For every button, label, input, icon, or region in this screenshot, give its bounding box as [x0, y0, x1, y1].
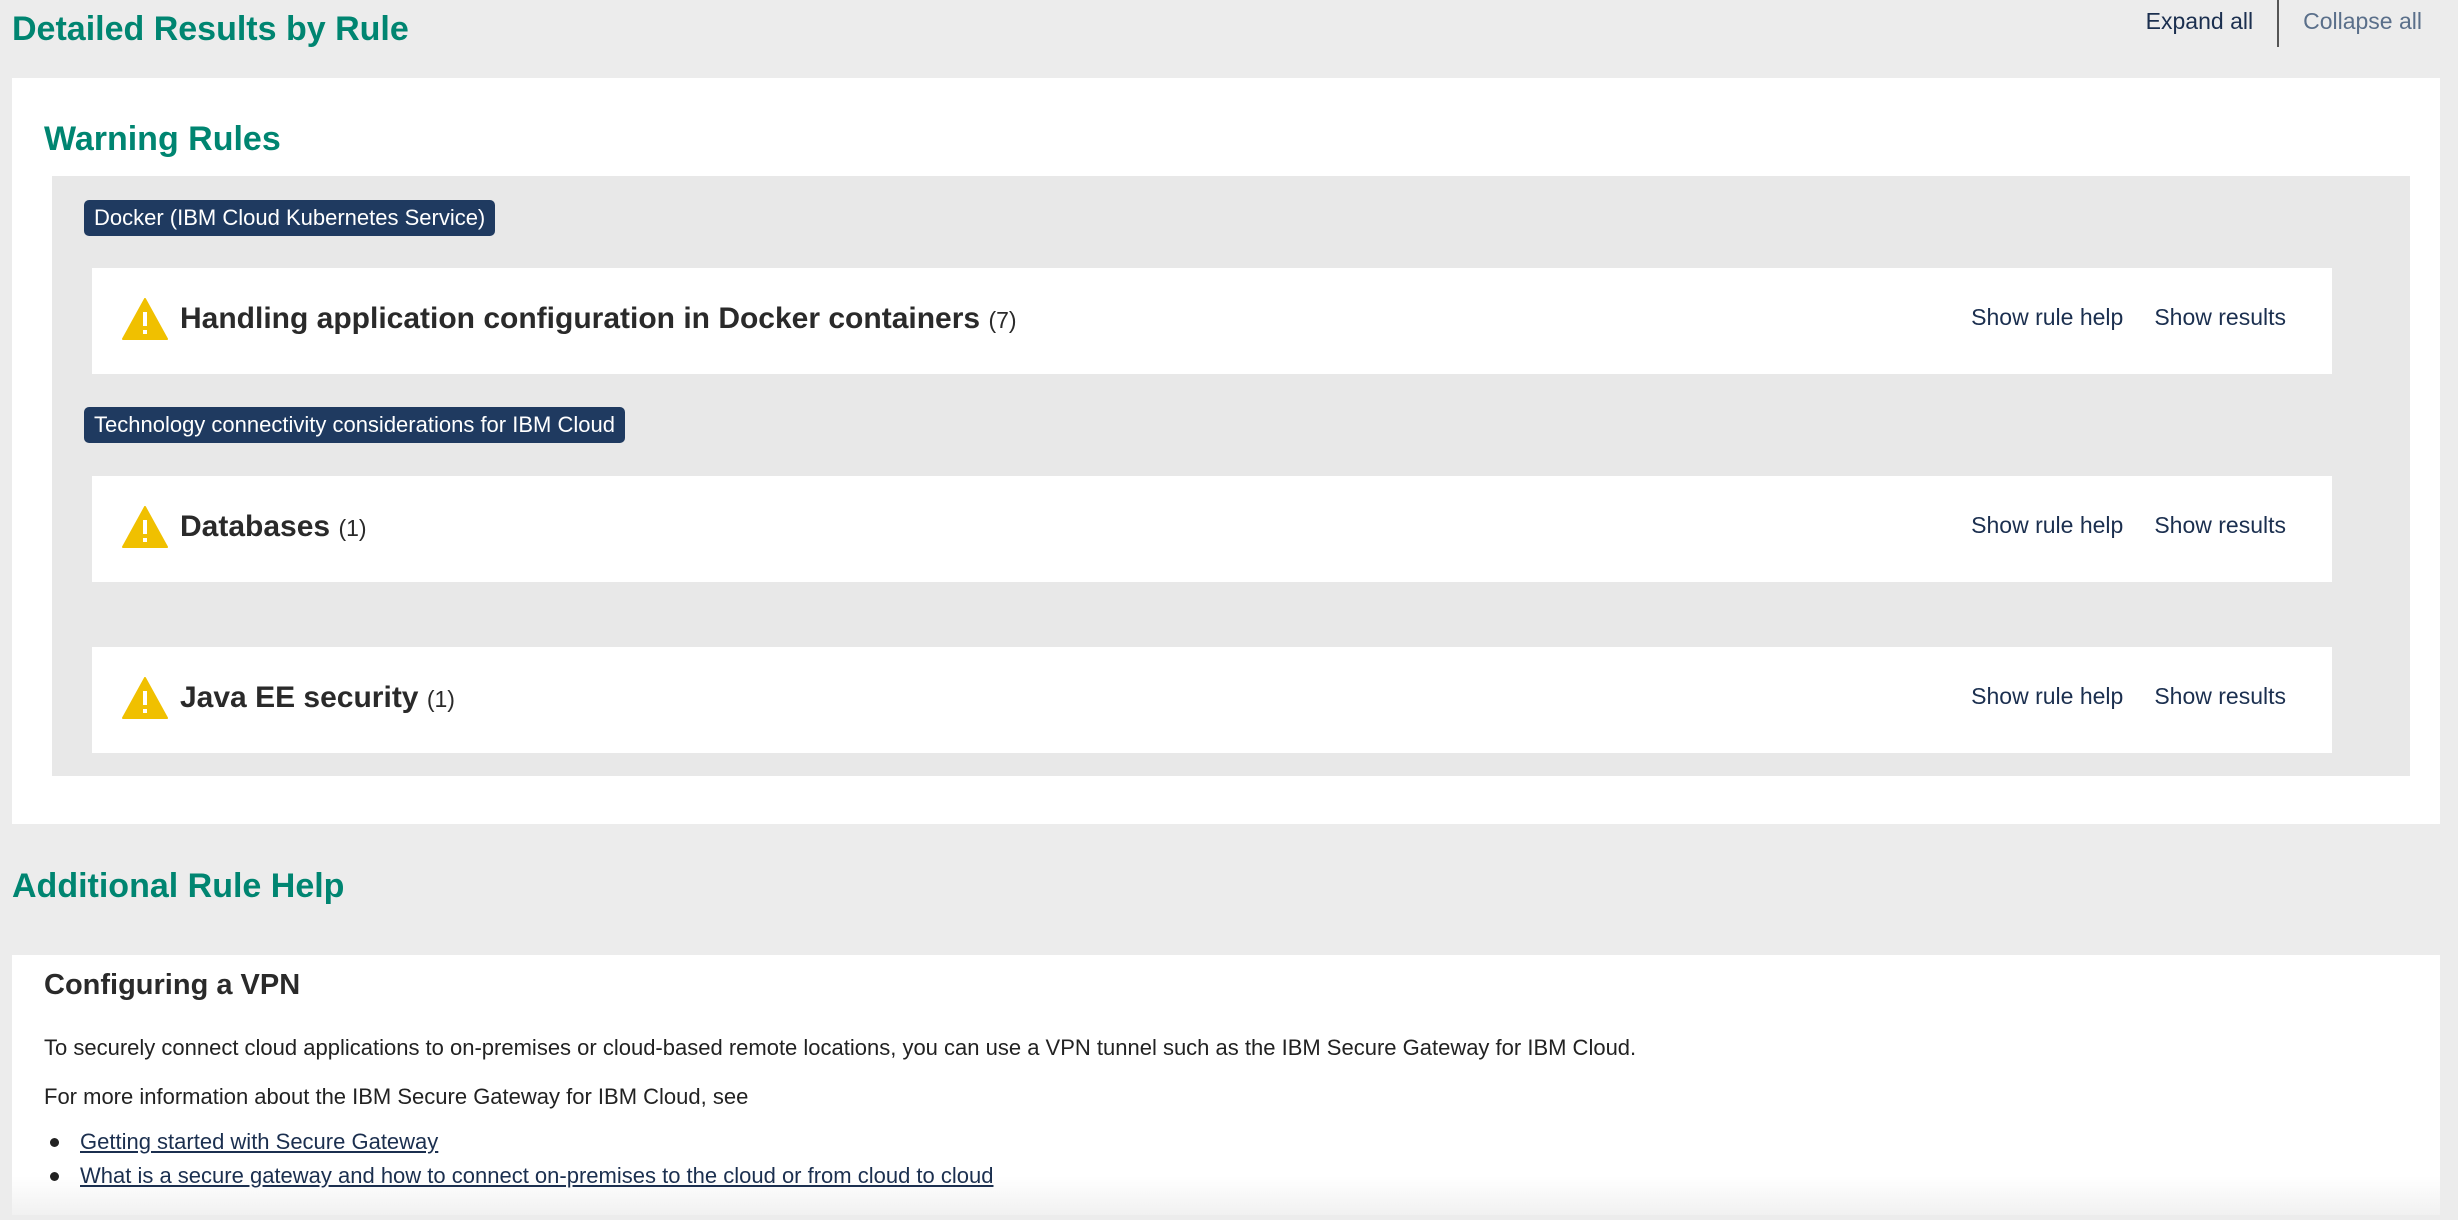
rule-links: Show rule help Show results [1971, 512, 2286, 539]
rule-count: (1) [426, 686, 455, 712]
additional-rule-help-title: Additional Rule Help [12, 867, 345, 905]
category-tag-docker: Docker (IBM Cloud Kubernetes Service) [84, 200, 496, 236]
secure-gateway-link[interactable]: What is a secure gateway and how to conn… [80, 1163, 993, 1188]
help-paragraph: For more information about the IBM Secur… [44, 1084, 749, 1109]
rule-card-docker-config: Handling application configuration in Do… [92, 268, 2332, 374]
show-rule-help-link[interactable]: Show rule help [1971, 304, 2123, 331]
rule-card-databases: Databases (1) Show rule help Show result… [92, 476, 2332, 582]
show-results-link[interactable]: Show results [2154, 512, 2286, 539]
warning-rules-title: Warning Rules [44, 120, 281, 158]
show-results-link[interactable]: Show results [2154, 304, 2286, 331]
warning-icon [122, 298, 168, 340]
warning-rules-panel: Warning Rules Docker (IBM Cloud Kubernet… [12, 78, 2440, 824]
show-rule-help-link[interactable]: Show rule help [1971, 683, 2123, 710]
warning-icon [122, 506, 168, 548]
rules-area: Docker (IBM Cloud Kubernetes Service) Ha… [52, 176, 2410, 776]
rule-links: Show rule help Show results [1971, 304, 2286, 331]
expand-all-link[interactable]: Expand all [2122, 0, 2280, 47]
rule-title[interactable]: Databases (1) [180, 510, 367, 544]
help-panel: Configuring a VPN To securely connect cl… [12, 955, 2440, 1215]
rule-count: (1) [338, 515, 367, 541]
collapse-all-link[interactable]: Collapse all [2279, 0, 2434, 47]
getting-started-link[interactable]: Getting started with Secure Gateway [80, 1129, 438, 1154]
header-actions: Expand all Collapse all [2122, 0, 2434, 47]
category-tag-connectivity: Technology connectivity considerations f… [84, 407, 625, 443]
warning-icon [122, 677, 168, 719]
rule-count: (7) [988, 307, 1017, 333]
list-item: Getting started with Secure Gateway [49, 1125, 993, 1159]
rule-title[interactable]: Java EE security (1) [180, 681, 455, 715]
help-paragraph: To securely connect cloud applications t… [44, 1035, 1637, 1060]
rule-title-text: Databases [180, 510, 331, 543]
page-title: Detailed Results by Rule [12, 10, 409, 48]
page-header: Detailed Results by Rule Expand all Coll… [12, 0, 2446, 64]
rule-links: Show rule help Show results [1971, 683, 2286, 710]
rule-title[interactable]: Handling application configuration in Do… [180, 302, 1017, 336]
show-results-link[interactable]: Show results [2154, 683, 2286, 710]
rule-title-text: Java EE security [180, 681, 419, 714]
rule-card-java-ee-security: Java EE security (1) Show rule help Show… [92, 647, 2332, 753]
rule-title-text: Handling application configuration in Do… [180, 302, 981, 335]
help-links-list: Getting started with Secure Gateway What… [44, 1125, 993, 1193]
help-heading: Configuring a VPN [44, 969, 301, 1001]
show-rule-help-link[interactable]: Show rule help [1971, 512, 2123, 539]
list-item: What is a secure gateway and how to conn… [49, 1159, 993, 1193]
